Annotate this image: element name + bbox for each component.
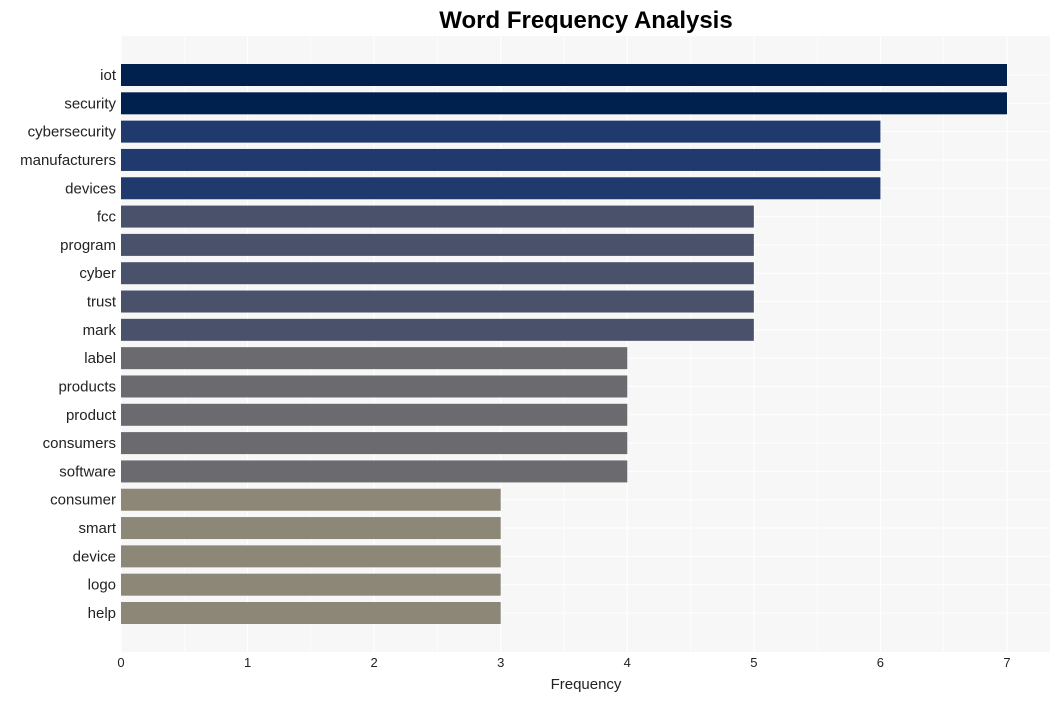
bar-consumers [121, 432, 628, 455]
bar-manufacturers [121, 148, 881, 171]
y-label-logo: logo [88, 577, 116, 594]
y-label-manufacturers: manufacturers [20, 152, 116, 169]
bar-device [121, 545, 501, 568]
x-tick-label: 2 [371, 655, 378, 670]
y-label-fcc: fcc [97, 209, 117, 226]
bar-products [121, 375, 628, 398]
x-axis-ticks: 0 1 2 3 4 5 6 7 [117, 655, 1010, 670]
y-label-devices: devices [65, 180, 116, 197]
x-tick-label: 7 [1003, 655, 1010, 670]
y-label-cybersecurity: cybersecurity [28, 124, 117, 141]
y-label-label: label [84, 350, 116, 367]
bar-label [121, 347, 628, 370]
x-axis-label: Frequency [551, 676, 622, 693]
bar-consumer [121, 488, 501, 511]
y-label-software: software [59, 463, 116, 480]
x-tick-label: 4 [624, 655, 631, 670]
bar-iot [121, 64, 1007, 86]
y-label-iot: iot [100, 67, 117, 84]
bar-trust [121, 290, 754, 313]
bar-cybersecurity [121, 120, 881, 143]
x-tick-label: 3 [497, 655, 504, 670]
y-label-product: product [66, 407, 117, 424]
bar-fcc [121, 205, 754, 228]
y-label-program: program [60, 237, 116, 254]
word-frequency-chart: iot security cybersecurity manufacturers dev… [20, 7, 1050, 693]
y-label-trust: trust [87, 294, 117, 311]
bar-product [121, 403, 628, 426]
y-label-mark: mark [83, 322, 117, 339]
bar-devices [121, 177, 881, 200]
y-label-cyber: cyber [79, 265, 116, 282]
bar-logo [121, 573, 501, 596]
y-label-device: device [73, 548, 116, 565]
chart-title: Word Frequency Analysis [439, 7, 732, 34]
bar-security [121, 92, 1007, 115]
y-label-smart: smart [79, 520, 117, 537]
y-label-security: security [64, 95, 116, 112]
x-tick-label: 5 [750, 655, 757, 670]
bar-software [121, 460, 628, 483]
bar-smart [121, 517, 501, 540]
x-tick-label: 1 [244, 655, 251, 670]
y-label-consumers: consumers [43, 435, 116, 452]
bar-help [121, 602, 501, 624]
y-label-products: products [58, 378, 116, 395]
y-axis-labels: iot security cybersecurity manufacturers dev… [20, 67, 117, 622]
y-label-consumer: consumer [50, 492, 116, 509]
bar-program [121, 233, 754, 256]
bar-mark [121, 318, 754, 341]
x-tick-label: 0 [117, 655, 124, 670]
y-label-help: help [88, 605, 116, 622]
bar-cyber [121, 262, 754, 285]
x-tick-label: 6 [877, 655, 884, 670]
